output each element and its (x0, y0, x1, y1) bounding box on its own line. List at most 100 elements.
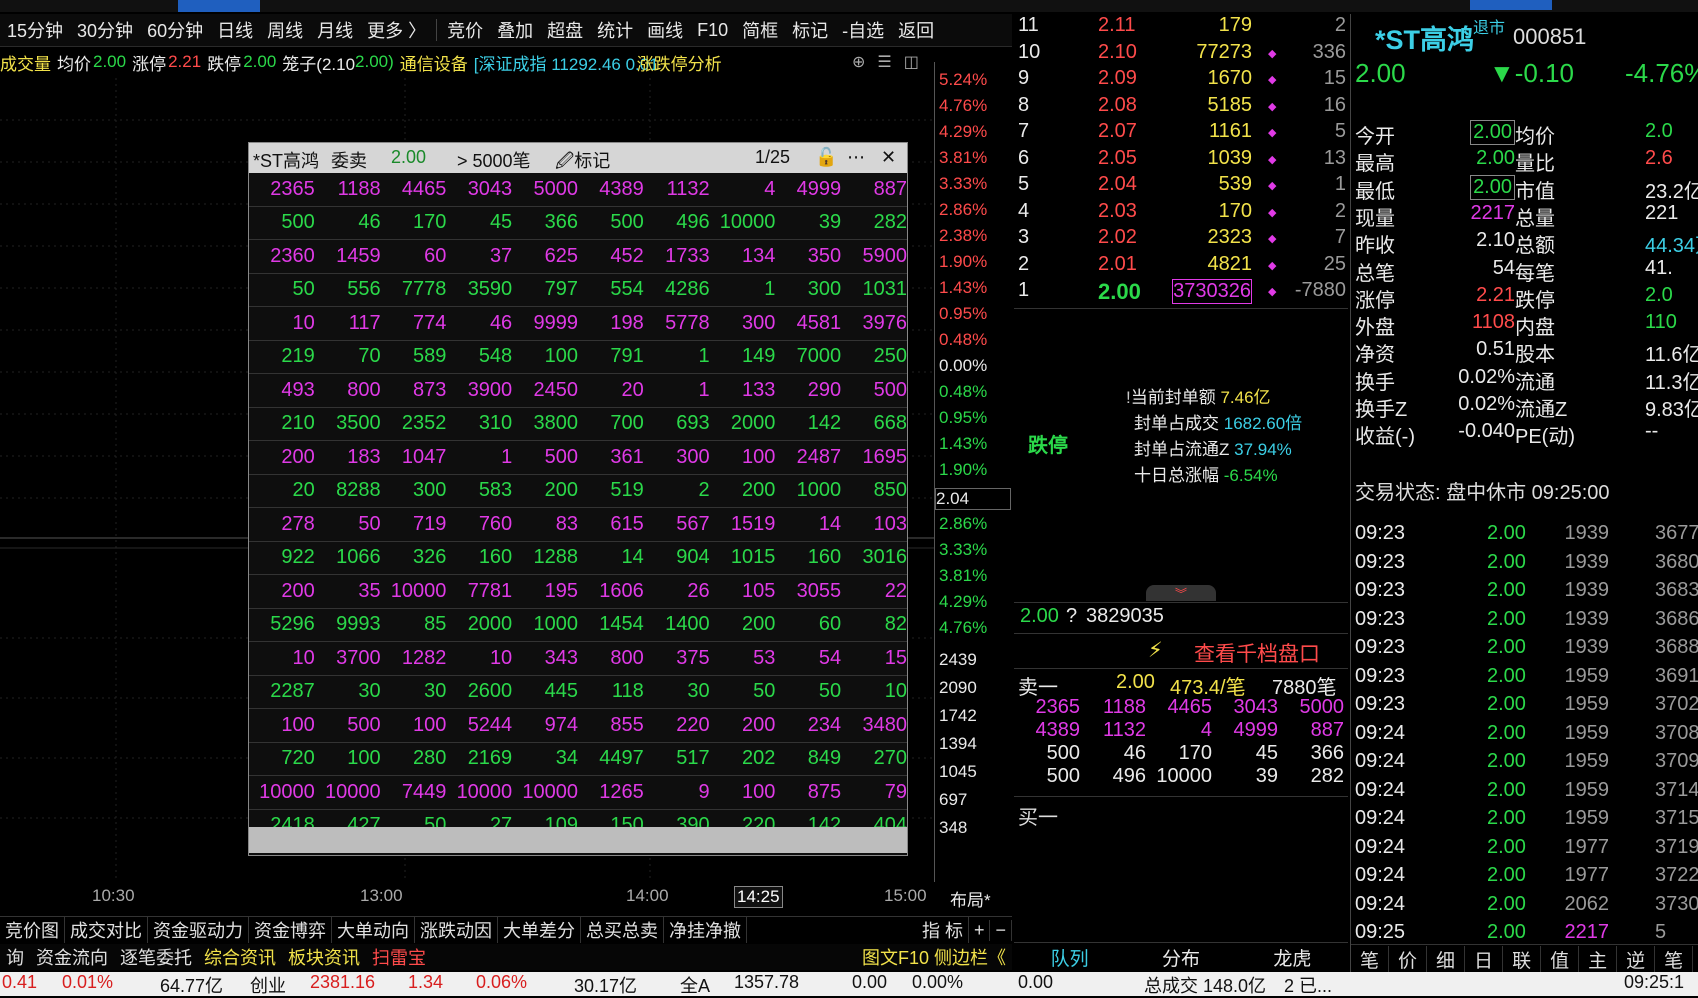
limit-analysis[interactable]: 涨跌停分析 (637, 50, 722, 75)
pin-icon[interactable]: ⊕ (852, 52, 865, 72)
book-row[interactable]: 7 2.07 1161 ◆ 5 (1014, 120, 1348, 147)
popup-cell: 10 (489, 646, 513, 669)
indicator-tab[interactable]: 总买总卖 (581, 917, 664, 943)
toolbar-button[interactable]: 超盘 (540, 17, 590, 43)
toolbar-button[interactable]: 返回 (891, 17, 941, 43)
period-tab[interactable]: 15分钟 (0, 17, 70, 43)
toolbar-button[interactable]: -自选 (835, 17, 891, 43)
quote-tab[interactable]: 主 (1579, 945, 1618, 973)
info-tab[interactable]: 逐笔委托 (114, 944, 198, 970)
layout-button[interactable]: 布局* (950, 886, 991, 911)
lock-icon[interactable]: 🔓 (815, 147, 837, 168)
toolbar-button[interactable]: 标记 (785, 17, 835, 43)
indicator-tab[interactable]: 大单动向 (332, 917, 415, 943)
info-tab[interactable]: 扫雷宝 (366, 944, 432, 970)
popup-cell: 3976 (862, 311, 907, 334)
toolbar-button[interactable]: F10 (690, 20, 735, 41)
quote-value: 2.6 (1645, 147, 1673, 170)
info-tab[interactable]: 综合资讯 (198, 944, 282, 970)
book-row[interactable]: 3 2.02 2323 ◆ 7 (1014, 226, 1348, 253)
close-icon[interactable]: ✕ (881, 147, 896, 168)
toolbar-button[interactable]: 画线 (640, 17, 690, 43)
toolbar-button[interactable]: 统计 (590, 17, 640, 43)
popup-cell: 7778 (401, 278, 447, 301)
book-row[interactable]: 2 2.01 4821 ◆ 25 (1014, 253, 1348, 280)
indicator-tab[interactable]: 指 标 (917, 917, 969, 943)
seal-vs-float-row: 封单占流通Z 37.94% (1134, 435, 1292, 460)
ten-day-value: -6.54% (1223, 466, 1278, 485)
period-tab[interactable]: 更多 〉 (360, 17, 433, 43)
book-row[interactable]: 6 2.05 1039 ◆ 13 (1014, 147, 1348, 174)
queue-tab[interactable]: 分布 (1162, 944, 1200, 971)
toolbar-button[interactable]: 简框 (735, 17, 785, 43)
queue-tab[interactable]: 队列 (1051, 944, 1089, 971)
quote-tab[interactable]: 值 (1541, 945, 1580, 973)
info-tab[interactable]: 询 (0, 944, 30, 970)
period-tab[interactable]: 周线 (260, 17, 310, 43)
indicator-tab[interactable]: 资金驱动力 (148, 917, 249, 943)
book-row[interactable]: 10 2.10 77273 ◆ 336 (1014, 41, 1348, 68)
quote-tab[interactable]: 联 (1503, 945, 1542, 973)
period-tab[interactable]: 60分钟 (140, 17, 210, 43)
indicator-tab[interactable]: 资金博弈 (249, 917, 332, 943)
indicator-tab[interactable]: + (969, 919, 991, 941)
tick-volume: 1959 (1564, 721, 1610, 744)
queue-tab[interactable]: 龙虎 (1273, 944, 1311, 971)
axis-tick: 2.04 (935, 488, 1011, 510)
book-volume: 77273 (1196, 40, 1252, 63)
quote-tab[interactable]: 笔 (1655, 945, 1694, 973)
axis-tick: 4.29% (939, 592, 988, 611)
book-row[interactable]: 9 2.09 1670 ◆ 15 (1014, 67, 1348, 94)
indicator-tab[interactable]: − (990, 919, 1012, 941)
more-icon[interactable]: ⋯ (847, 147, 865, 168)
index-label[interactable]: [深证成指 11292.46 0.01 (474, 50, 659, 75)
toolbar-divider (436, 19, 438, 41)
popup-cell: 4581 (796, 311, 842, 334)
toolbar-button[interactable]: 竞价 (440, 17, 490, 43)
quote-tab[interactable]: 细 (1427, 945, 1466, 973)
book-row[interactable]: 1 2.00 3730326 ◆ -7880 (1014, 279, 1348, 306)
book-row[interactable]: 4 2.03 170 ◆ 2 (1014, 200, 1348, 227)
quote-tab[interactable]: 价 (1389, 945, 1428, 973)
period-tab[interactable]: 日线 (210, 17, 260, 43)
limit-down-value: 2.00 (243, 52, 277, 71)
quote-tab[interactable]: 笔 (1351, 945, 1390, 973)
tick-time: 09:24 (1355, 750, 1406, 772)
popup-row: 2365 1188 4465 3043 5000 4389 1132 4 4999 887 (249, 173, 907, 207)
volume-label[interactable]: 成交量 (0, 50, 51, 75)
expand-handle[interactable]: ︾ (1146, 585, 1216, 601)
panel-icon[interactable]: ◫ (904, 52, 919, 72)
avg-label: 均价 (57, 54, 91, 74)
quote-tab[interactable]: 逆 (1617, 945, 1656, 973)
period-tab[interactable]: 月线 (310, 17, 360, 43)
popup-cell: 26 (687, 579, 710, 602)
info-tab[interactable]: 板块资讯 (282, 944, 366, 970)
book-row[interactable]: 5 2.04 539 ◆ 1 (1014, 173, 1348, 200)
thousand-depth-link[interactable]: ⚡ 查看千档盘口 (1014, 636, 1348, 666)
popup-cell: 668 (873, 412, 907, 435)
popup-scrollbar[interactable] (249, 827, 907, 853)
book-row[interactable]: 11 2.11 179 2 (1014, 14, 1348, 41)
industry-label[interactable]: 通信设备 (400, 50, 468, 75)
active-top-tab[interactable] (178, 0, 260, 12)
axis-tick: 0.95% (939, 408, 988, 427)
indicator-tab[interactable]: 大单差分 (498, 917, 581, 943)
book-row[interactable]: 8 2.08 5185 ◆ 16 (1014, 94, 1348, 121)
info-tab[interactable]: 资金流向 (30, 944, 114, 970)
popup-filter[interactable]: > 5000笔 (457, 147, 531, 173)
quote-tab[interactable]: 日 (1465, 945, 1504, 973)
indicator-tab[interactable]: 净挂净撤 (664, 917, 747, 943)
axis-tick: 3.33% (939, 174, 988, 193)
indicator-tab[interactable]: 竞价图 (0, 917, 65, 943)
quote-key: 涨停 (1355, 289, 1395, 312)
indicator-tab[interactable]: 涨跌动因 (415, 917, 498, 943)
active-top-tab-right[interactable] (1470, 0, 1552, 10)
tick-count: 3730 (1655, 892, 1698, 915)
question-icon[interactable]: ? (1066, 605, 1077, 628)
info-tab[interactable]: 图文F10 侧边栏《 (856, 944, 1012, 970)
indicator-tab[interactable]: 成交对比 (65, 917, 148, 943)
popup-cell: 4389 (599, 177, 644, 200)
toolbar-button[interactable]: 叠加 (490, 17, 540, 43)
period-tab[interactable]: 30分钟 (70, 17, 140, 43)
menu-icon[interactable]: ☰ (877, 52, 891, 72)
